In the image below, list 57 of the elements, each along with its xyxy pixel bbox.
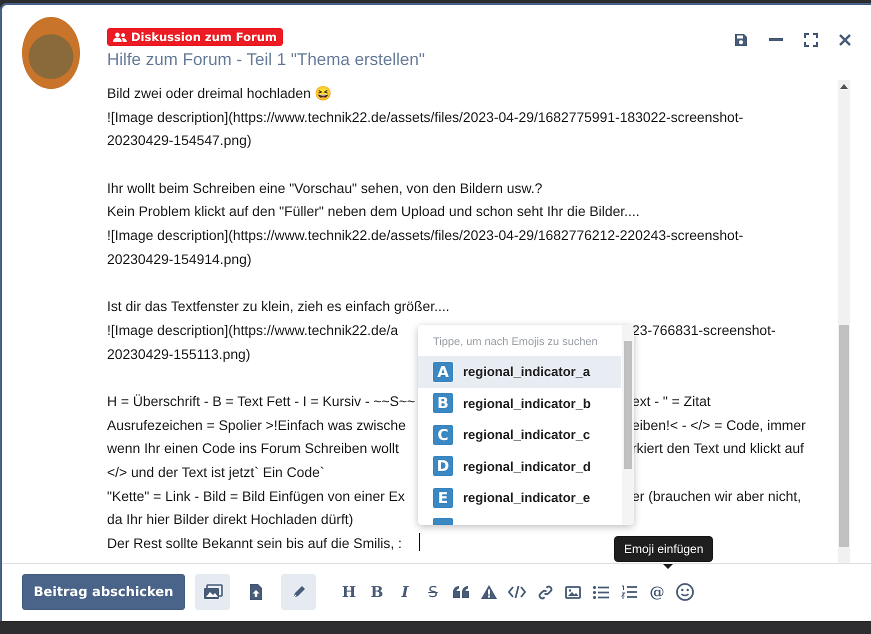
topic-title: Hilfe zum Forum - Teil 1 "Thema erstellen" — [107, 50, 426, 70]
editor-text-line: ![Image description](https://www.technik22.de/assets/files/2023-04-29/1682775991-183022-screenshot- — [107, 108, 744, 127]
submit-post-button[interactable]: Beitrag abschicken — [22, 574, 185, 610]
format-button[interactable]: @ — [643, 577, 671, 607]
editor-text-line: ![Image description](https://www.technik22.de/assets/files/2023-04-29/1682776212-220243-screenshot- — [107, 226, 744, 246]
format-button[interactable]: I — [391, 577, 419, 607]
link-icon — [538, 584, 552, 600]
letter-tile-icon — [433, 518, 453, 525]
format-button[interactable]: H — [335, 577, 363, 607]
editor-scrollbar[interactable] — [838, 80, 850, 563]
image-icon — [565, 586, 581, 598]
tooltip: Emoji einfügen — [614, 536, 714, 562]
tooltip-pointer — [663, 564, 673, 569]
emoji-suggestion[interactable]: C regional_indicator_c — [418, 419, 621, 450]
editor-text-line: eiben!< - </> = Code, immer — [632, 416, 806, 435]
editor-text-line: Kein Problem klickt auf den "Füller" neben dem Upload und schon seht Ihr die Bilder.... — [107, 202, 640, 222]
scroll-up-arrow-icon[interactable] — [840, 84, 848, 89]
close-icon[interactable] — [839, 34, 851, 46]
editor-text-line: ![Image description](https://www.technik22.de/a — [107, 322, 398, 338]
bulleted-list-icon — [593, 586, 609, 598]
editor-text-line: Ist dir das Textfenster zu klein, zieh es einfach größer.... — [107, 297, 450, 316]
editor-text-line: "Kette" = Link - Bild = Bild Einfügen von einer Ex — [107, 488, 405, 504]
images-icon — [202, 584, 222, 600]
editor-text-line: </> und der Text ist jetzt` Ein Code` — [107, 463, 324, 482]
code-icon — [508, 586, 526, 598]
editor-text-line: da Ihr hier Bilder direkt Hochladen dürft) — [107, 510, 354, 530]
format-button[interactable]: B — [363, 577, 391, 607]
editor-text-line: wenn Ihr einen Code ins Forum Schreiben wollt — [107, 440, 399, 456]
pen-icon — [290, 584, 306, 600]
editor-text-line: 20230429-155113.png) — [107, 344, 250, 364]
editor-text-line: 20230429-154914.png) — [107, 250, 252, 269]
badge-label: Diskussion zum Forum — [131, 30, 277, 44]
smiley-icon — [676, 583, 694, 601]
users-icon — [113, 32, 127, 42]
numbered-list-icon — [621, 585, 637, 599]
emoji-suggestion[interactable]: D regional_indicator_d — [418, 450, 621, 482]
emoji-suggestion[interactable]: A regional_indicator_a — [418, 356, 621, 388]
quote-icon — [453, 586, 469, 598]
editor-text-line: H = Überschrift - B = Text Fett - I = Kursiv - ~~S~~ — [107, 392, 416, 409]
editor-text-line: Bild zwei oder dreimal hochladen 😆 — [107, 84, 332, 103]
fullscreen-icon[interactable] — [804, 33, 818, 47]
editor-text-line: Ihr wollt beim Schreiben eine "Vorschau" sehen, von den Bildern usw.? — [107, 178, 542, 198]
format-button[interactable]: S — [419, 577, 447, 607]
minimize-icon[interactable] — [769, 38, 783, 42]
pen-button[interactable] — [281, 574, 316, 610]
editor-text-line: Ausrufezeichen = Spolier >!Einfach was zwische — [107, 416, 406, 433]
popup-scrollbar[interactable] — [622, 325, 634, 525]
file-upload-icon — [250, 584, 262, 600]
text-cursor — [419, 533, 420, 551]
gallery-button[interactable] — [195, 574, 230, 610]
emoji-suggestion[interactable]: E regional_indicator_e — [418, 482, 621, 514]
save-icon[interactable] — [734, 33, 748, 47]
editor-text-line: Der Rest sollte Bekannt sein bis auf die Smilis, : — [107, 534, 402, 554]
emoji-suggestion[interactable]: B regional_indicator_b — [418, 388, 621, 419]
editor-text-line: 20230429-154547.png) — [107, 131, 252, 150]
editor-text-line: 23-766831-screenshot- — [632, 320, 776, 340]
warning-icon — [481, 585, 497, 599]
